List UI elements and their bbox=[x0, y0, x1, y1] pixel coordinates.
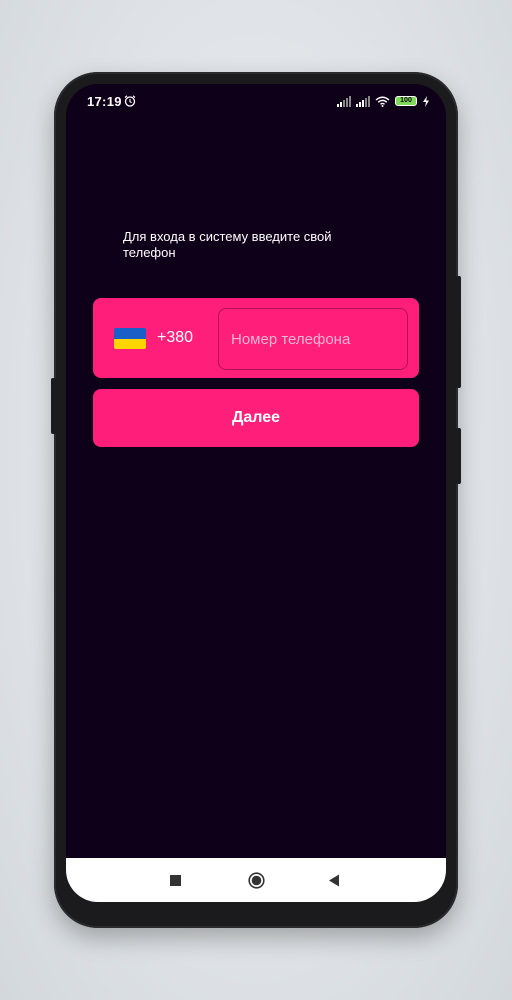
login-prompt: Для входа в систему введите свой телефон bbox=[123, 229, 332, 260]
power-button bbox=[456, 428, 461, 484]
status-time: 17:19 bbox=[87, 94, 122, 109]
wifi-icon bbox=[375, 96, 390, 107]
phone-number-input[interactable] bbox=[218, 308, 408, 370]
status-bar: 17:19 100 bbox=[66, 84, 446, 118]
signal-icon bbox=[337, 95, 351, 107]
signal-icon-2 bbox=[356, 95, 370, 107]
alarm-icon bbox=[124, 95, 136, 107]
phone-screen: 17:19 100 Для входа в систему введите св… bbox=[66, 84, 446, 902]
ukraine-flag-icon[interactable] bbox=[114, 328, 146, 349]
volume-button bbox=[456, 276, 461, 388]
home-icon[interactable] bbox=[248, 872, 265, 889]
recent-apps-icon[interactable] bbox=[170, 875, 181, 886]
phone-side-button bbox=[51, 378, 56, 434]
next-button[interactable]: Далее bbox=[93, 389, 419, 447]
back-icon[interactable] bbox=[328, 874, 340, 887]
bolt-icon bbox=[423, 95, 429, 107]
phone-input-card: +380 bbox=[93, 298, 419, 378]
battery-icon: 100 bbox=[395, 96, 417, 106]
country-code[interactable]: +380 bbox=[157, 329, 193, 347]
navigation-bar bbox=[66, 858, 446, 902]
status-icons: 100 bbox=[337, 95, 430, 107]
battery-level: 100 bbox=[400, 97, 412, 104]
